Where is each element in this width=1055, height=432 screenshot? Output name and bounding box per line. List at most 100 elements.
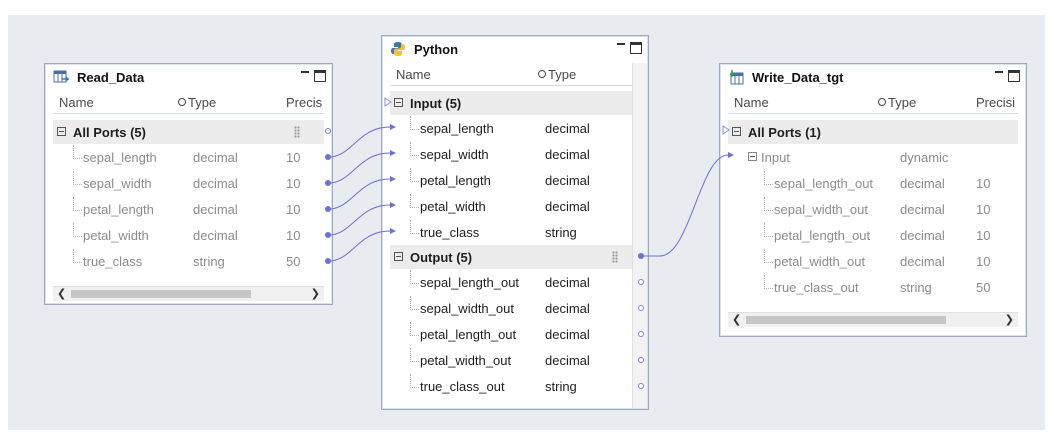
header-type[interactable]: Type <box>178 95 216 110</box>
scrollbar-thumb[interactable] <box>746 316 946 324</box>
output-port-row[interactable]: true_class_out string <box>390 374 634 400</box>
port-row[interactable]: petal_length decimal 10 <box>53 197 324 223</box>
minimize-button[interactable] <box>616 42 626 52</box>
sort-indicator-icon <box>538 70 546 78</box>
python-icon <box>390 41 406 57</box>
scrollbar-thumb[interactable] <box>71 290 251 298</box>
port-row[interactable]: petal_width decimal 10 <box>53 223 324 249</box>
subgroup-name: Input <box>761 150 790 165</box>
input-port-row[interactable]: petal_length decimal <box>390 168 634 194</box>
port-name: true_class <box>83 254 143 269</box>
read-data-header: Name Type Precis <box>53 92 324 114</box>
port-type: string <box>193 254 225 269</box>
group-label: All Ports (1) <box>748 125 821 140</box>
output-port-row[interactable]: petal_width_out decimal <box>390 348 634 374</box>
maximize-button[interactable] <box>630 42 642 54</box>
table-read-icon <box>53 69 70 85</box>
header-type[interactable]: Type <box>878 95 916 110</box>
port-name: sepal_width <box>83 176 152 191</box>
port-name: petal_width <box>420 199 486 214</box>
input-port-row[interactable]: petal_width decimal <box>390 194 634 220</box>
collapse-icon[interactable] <box>732 127 741 136</box>
input-port-row[interactable]: sepal_length decimal <box>390 116 634 142</box>
input-subgroup-row[interactable]: Input dynamic <box>728 145 1018 171</box>
write-data-node[interactable]: Write_Data_tgt Name Type Precisi All Por… <box>719 63 1027 337</box>
python-node[interactable]: Python Name Type Input (5) sepal_length … <box>381 35 649 410</box>
read-data-all-ports-group[interactable]: All Ports (5) <box>53 120 324 144</box>
port-type: decimal <box>545 327 590 342</box>
port-row[interactable]: sepal_width_out decimal 10 <box>728 197 1018 223</box>
python-title-bar[interactable]: Python <box>382 36 648 62</box>
group-label: Output (5) <box>410 250 473 265</box>
port-precision: 10 <box>976 202 991 217</box>
port-row[interactable]: petal_width_out decimal 10 <box>728 249 1018 275</box>
port-precision: 10 <box>286 176 301 191</box>
port-row[interactable]: sepal_width decimal 10 <box>53 171 324 197</box>
minimize-button[interactable] <box>300 70 310 80</box>
port-row[interactable]: true_class string 50 <box>53 249 324 275</box>
maximize-button[interactable] <box>314 70 326 82</box>
header-precision[interactable]: Precisi <box>976 95 1015 110</box>
port-name: petal_length_out <box>420 327 517 342</box>
header-name[interactable]: Name <box>734 95 769 110</box>
port-type: decimal <box>900 228 945 243</box>
header-name[interactable]: Name <box>59 95 94 110</box>
port-row[interactable]: petal_length_out decimal 10 <box>728 223 1018 249</box>
port-row[interactable]: sepal_length_out decimal 10 <box>728 171 1018 197</box>
header-type[interactable]: Type <box>538 67 576 82</box>
port-precision: 10 <box>286 228 301 243</box>
collapse-icon[interactable] <box>57 127 66 136</box>
port-name: true_class_out <box>774 280 859 295</box>
port-precision: 10 <box>976 176 991 191</box>
output-port-row[interactable]: sepal_length_out decimal <box>390 270 634 296</box>
drag-grip-icon[interactable] <box>612 251 618 263</box>
header-name[interactable]: Name <box>396 67 431 82</box>
port-type: decimal <box>193 202 238 217</box>
output-port-row[interactable]: sepal_width_out decimal <box>390 296 634 322</box>
port-type: decimal <box>545 121 590 136</box>
python-output-group[interactable]: Output (5) <box>390 245 634 269</box>
collapse-icon[interactable] <box>394 98 403 107</box>
sort-indicator-icon <box>178 98 186 106</box>
vertical-scrollbar[interactable] <box>632 63 647 408</box>
write-data-header: Name Type Precisi <box>728 92 1018 114</box>
port-name: true_class_out <box>420 379 505 394</box>
scroll-right-icon[interactable]: ❯ <box>311 287 320 301</box>
port-type: decimal <box>545 199 590 214</box>
collapse-icon[interactable] <box>748 152 757 161</box>
port-row[interactable]: true_class_out string 50 <box>728 275 1018 301</box>
port-name: petal_width_out <box>420 353 512 368</box>
read-data-title-bar[interactable]: Read_Data <box>45 64 332 90</box>
input-port-row[interactable]: true_class string <box>390 220 634 246</box>
port-type: decimal <box>545 353 590 368</box>
port-name: sepal_length <box>420 121 494 136</box>
read-data-title: Read_Data <box>77 69 145 85</box>
port-name: sepal_width <box>420 147 489 162</box>
port-precision: 10 <box>976 228 991 243</box>
write-data-title-bar[interactable]: Write_Data_tgt <box>720 64 1026 90</box>
collapse-icon[interactable] <box>394 252 403 261</box>
port-type: decimal <box>545 173 590 188</box>
header-precision[interactable]: Precis <box>286 95 322 110</box>
port-type: decimal <box>900 254 945 269</box>
write-data-all-ports-group[interactable]: All Ports (1) <box>728 120 1018 144</box>
maximize-button[interactable] <box>1008 70 1020 82</box>
drag-grip-icon[interactable] <box>294 126 300 138</box>
subgroup-type: dynamic <box>900 150 949 165</box>
port-name: petal_width_out <box>774 254 866 269</box>
read-data-node[interactable]: Read_Data Name Type Precis All Ports (5)… <box>44 63 333 305</box>
port-name: petal_length <box>420 173 491 188</box>
port-name: petal_length <box>83 202 154 217</box>
port-type: decimal <box>193 176 238 191</box>
output-port-row[interactable]: petal_length_out decimal <box>390 322 634 348</box>
port-type: string <box>545 225 577 240</box>
scroll-right-icon[interactable]: ❯ <box>1005 313 1014 327</box>
scroll-left-icon[interactable]: ❮ <box>732 313 741 327</box>
input-port-row[interactable]: sepal_width decimal <box>390 142 634 168</box>
horizontal-scrollbar[interactable]: ❮ ❯ <box>53 286 324 301</box>
python-input-group[interactable]: Input (5) <box>390 91 634 115</box>
scroll-left-icon[interactable]: ❮ <box>57 287 66 301</box>
minimize-button[interactable] <box>994 70 1004 80</box>
port-row[interactable]: sepal_length decimal 10 <box>53 145 324 171</box>
horizontal-scrollbar[interactable]: ❮ ❯ <box>728 312 1018 327</box>
